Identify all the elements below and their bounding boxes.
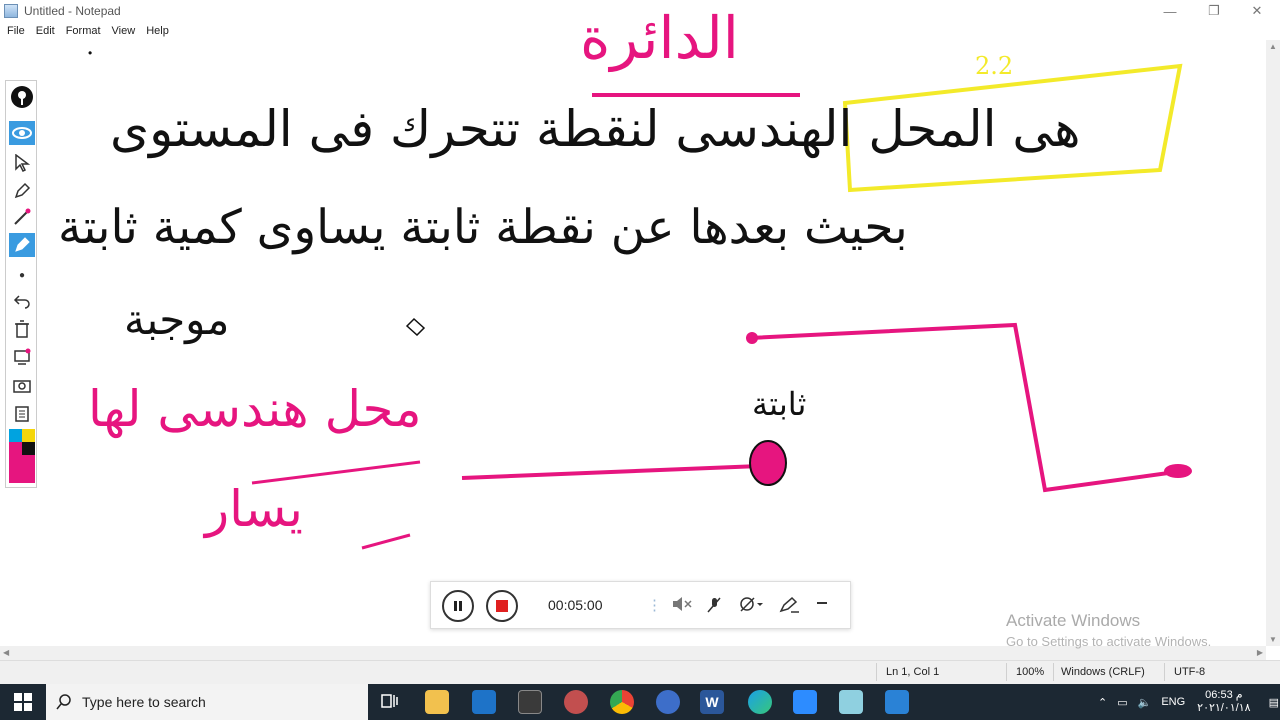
status-bar: Ln 1, Col 1 100% Windows (CRLF) UTF-8 <box>0 660 1280 684</box>
brush-size-icon[interactable]: ● <box>9 263 35 287</box>
taskbar-search[interactable]: Type here to search <box>46 684 368 720</box>
search-icon <box>56 694 71 710</box>
recording-timer: 00:05:00 <box>548 597 603 613</box>
network-icon[interactable]: ▭ <box>1117 696 1127 709</box>
whiteboard-icon[interactable] <box>9 345 35 369</box>
trash-icon[interactable] <box>9 317 35 341</box>
maximize-button[interactable]: ❐ <box>1191 0 1237 22</box>
ink-side-a: محل هندسى لها <box>88 380 422 438</box>
minimize-recorder-icon[interactable] <box>815 596 829 614</box>
pen-icon[interactable] <box>9 179 35 203</box>
line-ending: Windows (CRLF) <box>1061 666 1145 678</box>
chevron-up-icon[interactable]: ⌃ <box>1098 696 1107 709</box>
paint-icon[interactable] <box>564 690 588 714</box>
annotate-pen-icon[interactable] <box>779 596 801 618</box>
menu-bar: File Edit Format View Help <box>0 22 173 40</box>
selected-color-swatch[interactable] <box>9 455 35 483</box>
ink-side-b: يسار <box>205 480 303 538</box>
microphone-icon[interactable] <box>705 596 723 618</box>
system-tray: ⌃ ▭ 🔈 ENG 06:53 م ٢٠٢١/٠١/١٨ ▤ <box>1098 684 1279 720</box>
scroll-down-icon[interactable]: ▼ <box>1269 635 1277 644</box>
status-divider <box>876 663 877 681</box>
chrome-icon[interactable] <box>610 690 634 714</box>
eye-icon[interactable] <box>9 121 35 145</box>
undo-icon[interactable] <box>9 289 35 313</box>
vertical-scrollbar[interactable]: ▲ ▼ <box>1266 40 1280 646</box>
ink-line-1: هى المحل الهندسى لنقطة تتحرك فى المستوى <box>110 100 1081 158</box>
close-button[interactable]: ✕ <box>1234 0 1280 22</box>
notifications-icon[interactable]: ▤ <box>1269 696 1279 709</box>
zoom-icon[interactable] <box>793 690 817 714</box>
encoding: UTF-8 <box>1174 666 1206 678</box>
cursor-position: Ln 1, Col 1 <box>886 666 940 678</box>
color-palette-icon[interactable] <box>9 429 35 455</box>
whiteboard-app-icon[interactable] <box>839 690 863 714</box>
clipboard-icon[interactable] <box>9 401 35 425</box>
task-view-icon[interactable] <box>378 690 402 714</box>
ink-point-label: ثابتة <box>752 385 807 423</box>
status-divider <box>1164 663 1165 681</box>
camera-icon[interactable] <box>9 373 35 397</box>
window-title: Untitled - Notepad <box>24 4 121 18</box>
line-tool-icon[interactable] <box>9 205 35 229</box>
menu-format[interactable]: Format <box>66 25 101 37</box>
store-icon[interactable] <box>518 690 542 714</box>
menu-help[interactable]: Help <box>146 25 169 37</box>
activation-watermark-subtitle: Go to Settings to activate Windows. <box>1006 634 1212 649</box>
word-icon[interactable]: W <box>700 690 724 714</box>
recorder-app-icon[interactable] <box>885 690 909 714</box>
scroll-left-icon[interactable]: ◀ <box>3 648 9 657</box>
scroll-right-icon[interactable]: ▶ <box>1257 648 1263 657</box>
search-placeholder: Type here to search <box>82 694 206 710</box>
start-button[interactable] <box>0 684 46 720</box>
activation-watermark-title: Activate Windows <box>1006 611 1141 630</box>
menu-edit[interactable]: Edit <box>36 25 55 37</box>
status-divider <box>1006 663 1007 681</box>
pause-button[interactable] <box>442 590 474 622</box>
eraser-cursor-icon <box>404 316 428 341</box>
volume-icon[interactable]: 🔈 <box>1138 696 1152 709</box>
ink-line-3: موجبة <box>124 295 230 344</box>
drawing-toolbar: ● <box>5 80 37 488</box>
notepad-icon <box>4 4 18 18</box>
language-indicator[interactable]: ENG <box>1161 696 1185 708</box>
zoom-level: 100% <box>1016 666 1045 678</box>
mail-icon[interactable] <box>472 690 496 714</box>
webcam-off-icon[interactable] <box>739 596 763 618</box>
ink-heading: الدائرة <box>580 4 739 72</box>
speaker-muted-icon[interactable] <box>671 596 693 616</box>
menu-view[interactable]: View <box>112 25 136 37</box>
browser-icon[interactable] <box>656 690 680 714</box>
taskbar: Type here to search W ⌃ ▭ 🔈 ENG 06:53 م … <box>0 684 1280 720</box>
stop-button[interactable] <box>486 590 518 622</box>
clock-time: 06:53 <box>1205 689 1233 701</box>
ink-line-2: بحيث بعدها عن نقطة ثابتة يساوى كمية ثابت… <box>58 200 908 255</box>
minimize-button[interactable]: — <box>1147 0 1193 22</box>
menu-file[interactable]: File <box>7 25 25 37</box>
clock-am-pm: م <box>1235 689 1243 701</box>
scroll-up-icon[interactable]: ▲ <box>1269 42 1277 51</box>
pin-icon[interactable] <box>9 85 35 109</box>
highlighter-icon[interactable] <box>9 233 35 257</box>
status-divider <box>1053 663 1054 681</box>
ink-note: 2.2 <box>975 52 1014 80</box>
windows-logo-icon <box>14 693 32 711</box>
clock-date: ٢٠٢١/٠١/١٨ <box>1197 702 1251 714</box>
cursor-arrow-icon[interactable] <box>9 151 35 175</box>
audio-level-icon: ⋮ <box>647 597 662 614</box>
text-cursor-dot: • <box>88 46 93 60</box>
file-explorer-icon[interactable] <box>425 690 449 714</box>
screen-recorder-bar: 00:05:00 ⋮ <box>430 581 851 629</box>
clock[interactable]: 06:53 م ٢٠٢١/٠١/١٨ <box>1197 689 1250 715</box>
edge-icon[interactable] <box>748 690 772 714</box>
